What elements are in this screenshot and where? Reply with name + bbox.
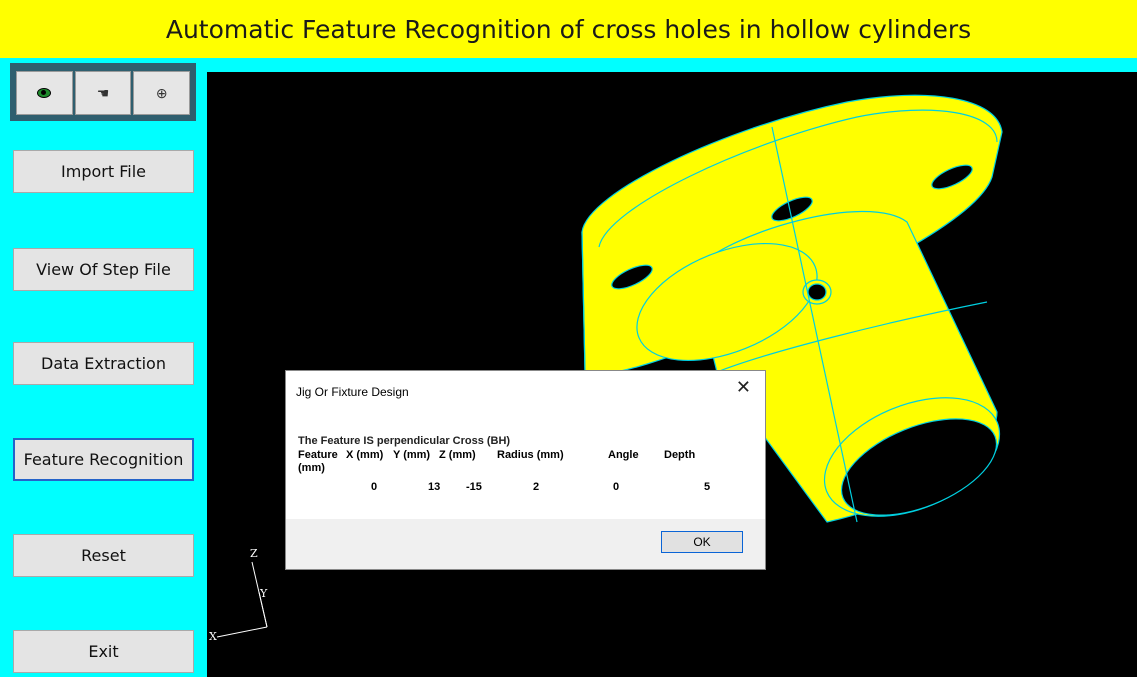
reset-button[interactable]: Reset: [13, 534, 194, 577]
axis-z-label: Z: [250, 547, 258, 560]
col-header-feature-unit: (mm): [298, 462, 325, 474]
dialog-title: Jig Or Fixture Design: [296, 385, 409, 399]
pan-button[interactable]: ☚: [74, 71, 132, 115]
feature-recognition-button[interactable]: Feature Recognition: [13, 438, 194, 481]
rotate-view-button[interactable]: [16, 71, 73, 115]
value-x: 0: [371, 481, 378, 493]
col-header-z: Z (mm): [439, 449, 476, 461]
col-header-radius: Radius (mm): [497, 449, 564, 461]
value-angle: 0: [613, 481, 620, 493]
value-z: -15: [466, 481, 482, 493]
eye-icon: [37, 88, 52, 98]
value-depth: 5: [704, 481, 711, 493]
feature-message: The Feature IS perpendicular Cross (BH): [298, 435, 511, 447]
exit-button[interactable]: Exit: [13, 630, 194, 673]
data-extraction-button[interactable]: Data Extraction: [13, 342, 194, 385]
jig-fixture-dialog: Jig Or Fixture Design ✕ The Feature IS p…: [285, 370, 766, 570]
ok-button[interactable]: OK: [661, 531, 743, 553]
dialog-footer: OK: [286, 519, 765, 569]
col-header-angle: Angle: [608, 449, 639, 461]
axis-x-label: X: [209, 630, 217, 643]
col-header-x: X (mm): [346, 449, 384, 461]
view-toolbar: ☚ ⊕: [10, 63, 196, 121]
import-file-button[interactable]: Import File: [13, 150, 194, 193]
col-header-depth: Depth: [664, 449, 696, 461]
pan-icon: ☚: [96, 84, 110, 101]
view-step-file-button[interactable]: View Of Step File: [13, 248, 194, 291]
value-y: 13: [428, 481, 441, 493]
zoom-button[interactable]: ⊕: [133, 71, 191, 115]
col-header-y: Y (mm): [393, 449, 431, 461]
zoom-icon: ⊕: [155, 84, 168, 101]
value-radius: 2: [533, 481, 540, 493]
close-icon[interactable]: ✕: [736, 377, 751, 398]
axis-y-label: Y: [259, 587, 268, 600]
app-title: Automatic Feature Recognition of cross h…: [0, 0, 1137, 58]
col-header-feature: Feature: [298, 449, 338, 461]
